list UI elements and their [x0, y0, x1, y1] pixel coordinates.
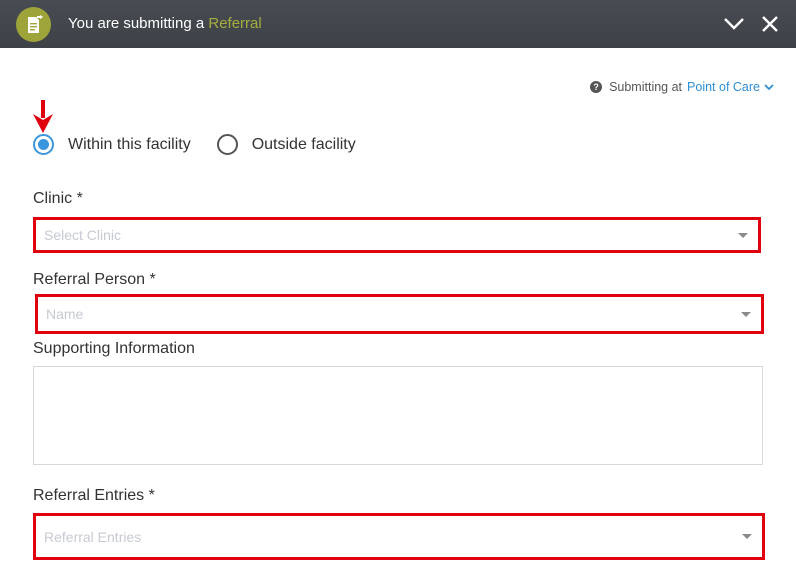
submitting-at: ? Submitting at Point of Care [590, 80, 774, 94]
referral-entries-label: Referral Entries * [33, 487, 155, 504]
caret-down-icon [738, 232, 748, 238]
submitting-at-value: Point of Care [687, 80, 760, 94]
radio-button[interactable] [216, 134, 238, 155]
modal-title-prefix: You are submitting a [68, 15, 205, 32]
chevron-down-icon [764, 83, 774, 90]
modal-header: You are submitting a Referral [0, 0, 796, 48]
clinic-label: Clinic * [33, 190, 83, 207]
radio-within-facility[interactable]: Within this facility [33, 134, 191, 155]
radio-outside-facility[interactable]: Outside facility [216, 134, 356, 155]
question-circle-icon: ? [590, 81, 603, 93]
clinic-select[interactable]: Select Clinic [33, 217, 761, 253]
collapse-button[interactable] [722, 12, 746, 36]
close-icon [762, 16, 778, 32]
referral-person-label: Referral Person * [33, 271, 156, 288]
referral-person-select[interactable]: Name [35, 294, 764, 334]
referral-person-placeholder: Name [46, 306, 84, 322]
clinic-placeholder: Select Clinic [44, 227, 122, 243]
chevron-down-icon [724, 18, 744, 30]
modal-title-accent: Referral [208, 15, 262, 32]
close-button[interactable] [758, 12, 782, 36]
referral-document-icon [16, 7, 51, 42]
submitting-at-dropdown[interactable]: Point of Care [687, 80, 774, 94]
modal-title: You are submitting a Referral [68, 15, 262, 32]
red-arrow-pointer-icon [33, 100, 53, 133]
referral-entries-select[interactable]: Referral Entries [33, 513, 765, 560]
supporting-info-label: Supporting Information [33, 340, 195, 357]
caret-down-icon [742, 534, 752, 539]
radio-label: Within this facility [68, 135, 191, 153]
referral-entries-placeholder: Referral Entries [44, 528, 142, 545]
submitting-at-label: Submitting at [609, 80, 683, 94]
supporting-info-textarea[interactable] [33, 366, 763, 465]
caret-down-icon [741, 311, 751, 317]
radio-button[interactable] [33, 134, 54, 155]
location-radio-group: Within this facility Outside facility [33, 134, 382, 155]
radio-label: Outside facility [251, 135, 356, 153]
